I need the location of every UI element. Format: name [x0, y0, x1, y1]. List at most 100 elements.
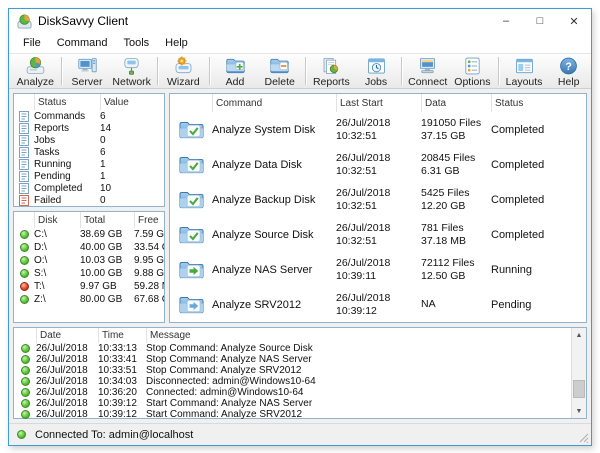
wizard-button[interactable]: Wizard	[161, 54, 206, 88]
log-vertical-scrollbar[interactable]: ▲ ▼	[571, 328, 586, 418]
status-bar: Connected To: admin@localhost	[9, 423, 591, 445]
options-button[interactable]: Options	[450, 54, 495, 88]
disk-panel-header: Disk Total Free	[14, 212, 164, 228]
command-status-icon	[170, 120, 212, 140]
free-col-header[interactable]: Free	[134, 212, 164, 228]
command-row[interactable]: Analyze SRV2012 26/Jul/201810:39:12 NA P…	[170, 287, 586, 322]
command-col-header[interactable]: Command	[212, 94, 336, 112]
log-time: 10:36:20	[98, 387, 146, 398]
disk-free: 59.28 MB	[134, 281, 164, 292]
disksavvy-client-window: DiskSavvy Client – □ ✕ File Command Tool…	[8, 8, 592, 446]
delete-button[interactable]: Delete	[257, 54, 302, 88]
command-last-start: 26/Jul/201810:32:51	[336, 152, 421, 178]
log-row[interactable]: 26/Jul/2018 10:39:12 Start Command: Anal…	[14, 409, 586, 420]
menu-help[interactable]: Help	[157, 35, 196, 51]
status-col-header[interactable]: Status	[34, 94, 100, 110]
log-time: 10:39:12	[98, 409, 146, 420]
toolbar-separator	[209, 57, 210, 85]
scroll-down-arrow-icon[interactable]: ▼	[572, 404, 586, 418]
command-row[interactable]: Analyze Data Disk 26/Jul/201810:32:51 20…	[170, 147, 586, 182]
disk-row[interactable]: C:\ 38.69 GB 7.59 GB	[14, 228, 164, 241]
layouts-button[interactable]: Layouts	[502, 54, 547, 88]
maximize-button[interactable]: □	[523, 9, 557, 33]
log-time: 10:39:12	[98, 398, 146, 409]
command-row[interactable]: Analyze NAS Server 26/Jul/201810:39:11 7…	[170, 252, 586, 287]
status-row[interactable]: Tasks 6	[14, 146, 164, 158]
status-label: Jobs	[34, 135, 100, 146]
status-label: Tasks	[34, 147, 100, 158]
disk-status-led-icon	[20, 243, 29, 252]
value-col-header[interactable]: Value	[100, 94, 164, 110]
log-status-led-icon	[21, 355, 30, 364]
date-col-header[interactable]: Date	[36, 328, 98, 343]
status-row[interactable]: Reports 14	[14, 122, 164, 134]
status-label: Failed	[34, 195, 100, 206]
command-row[interactable]: Analyze Backup Disk 26/Jul/201810:32:51 …	[170, 182, 586, 217]
disk-col-header[interactable]: Disk	[34, 212, 80, 228]
disk-status-led-icon	[20, 295, 29, 304]
minimize-button[interactable]: –	[489, 9, 523, 33]
status-label: Commands	[34, 111, 100, 122]
scrollbar-thumb[interactable]	[573, 380, 585, 398]
time-col-header[interactable]: Time	[98, 328, 146, 343]
menu-bar: File Command Tools Help	[9, 33, 591, 53]
status-row[interactable]: Running 1	[14, 158, 164, 170]
disk-row[interactable]: S:\ 10.00 GB 9.88 GB	[14, 267, 164, 280]
last-start-col-header[interactable]: Last Start	[336, 94, 421, 112]
disk-total: 10.00 GB	[80, 268, 134, 279]
command-row[interactable]: Analyze System Disk 26/Jul/201810:32:51 …	[170, 112, 586, 147]
reports-button[interactable]: Reports	[309, 54, 354, 88]
message-col-header[interactable]: Message	[146, 328, 571, 343]
log-row[interactable]: 26/Jul/2018 10:33:13 Stop Command: Analy…	[14, 343, 586, 354]
status-row[interactable]: Pending 1	[14, 170, 164, 182]
status-value: 1	[100, 171, 164, 182]
status-col-header[interactable]: Status	[491, 94, 586, 112]
log-time: 10:33:51	[98, 365, 146, 376]
connect-label: Connect	[408, 77, 447, 87]
close-button[interactable]: ✕	[557, 9, 591, 33]
network-label: Network	[112, 77, 151, 87]
analyze-button[interactable]: Analyze	[13, 54, 58, 88]
command-last-start: 26/Jul/201810:32:51	[336, 117, 421, 143]
resize-grip[interactable]	[577, 431, 589, 443]
toolbar-separator	[305, 57, 306, 85]
status-row[interactable]: Completed 10	[14, 182, 164, 194]
disk-row[interactable]: D:\ 40.00 GB 33.54 GB	[14, 241, 164, 254]
status-row[interactable]: Failed 0	[14, 194, 164, 206]
add-button[interactable]: Add	[213, 54, 258, 88]
disk-status-led-icon	[20, 269, 29, 278]
title-bar: DiskSavvy Client – □ ✕	[9, 9, 591, 33]
log-row[interactable]: 26/Jul/2018 10:34:03 Disconnected: admin…	[14, 376, 586, 387]
help-button[interactable]: ? Help	[546, 54, 591, 88]
menu-tools[interactable]: Tools	[115, 35, 157, 51]
toolbar-separator	[61, 57, 62, 85]
log-row[interactable]: 26/Jul/2018 10:33:51 Stop Command: Analy…	[14, 365, 586, 376]
server-button[interactable]: Server	[65, 54, 110, 88]
menu-file[interactable]: File	[15, 35, 49, 51]
wizard-label: Wizard	[167, 77, 200, 87]
document-icon	[14, 111, 34, 122]
command-row[interactable]: Analyze Source Disk 26/Jul/201810:32:51 …	[170, 217, 586, 252]
command-status: Completed	[491, 124, 586, 136]
jobs-button[interactable]: Jobs	[354, 54, 399, 88]
document-icon	[14, 123, 34, 134]
command-table-panel: Command Last Start Data Status Analyze S…	[169, 93, 587, 323]
total-col-header[interactable]: Total	[80, 212, 134, 228]
connect-button[interactable]: Connect	[405, 54, 450, 88]
disk-row[interactable]: T:\ 9.97 GB 59.28 MB	[14, 280, 164, 293]
log-row[interactable]: 26/Jul/2018 10:33:41 Stop Command: Analy…	[14, 354, 586, 365]
data-col-header[interactable]: Data	[421, 94, 491, 112]
scroll-up-arrow-icon[interactable]: ▲	[572, 328, 586, 342]
disk-row[interactable]: O:\ 10.03 GB 9.95 GB	[14, 254, 164, 267]
log-row[interactable]: 26/Jul/2018 10:39:12 Start Command: Anal…	[14, 398, 586, 409]
menu-command[interactable]: Command	[49, 35, 116, 51]
disk-row[interactable]: Z:\ 80.00 GB 67.68 GB	[14, 293, 164, 306]
log-row[interactable]: 26/Jul/2018 10:36:20 Connected: admin@Wi…	[14, 387, 586, 398]
status-row[interactable]: Commands 6	[14, 110, 164, 122]
log-date: 26/Jul/2018	[36, 376, 98, 387]
command-status-icon	[170, 295, 212, 315]
server-icon	[77, 56, 98, 76]
status-label: Reports	[34, 123, 100, 134]
status-row[interactable]: Jobs 0	[14, 134, 164, 146]
network-button[interactable]: Network	[109, 54, 154, 88]
